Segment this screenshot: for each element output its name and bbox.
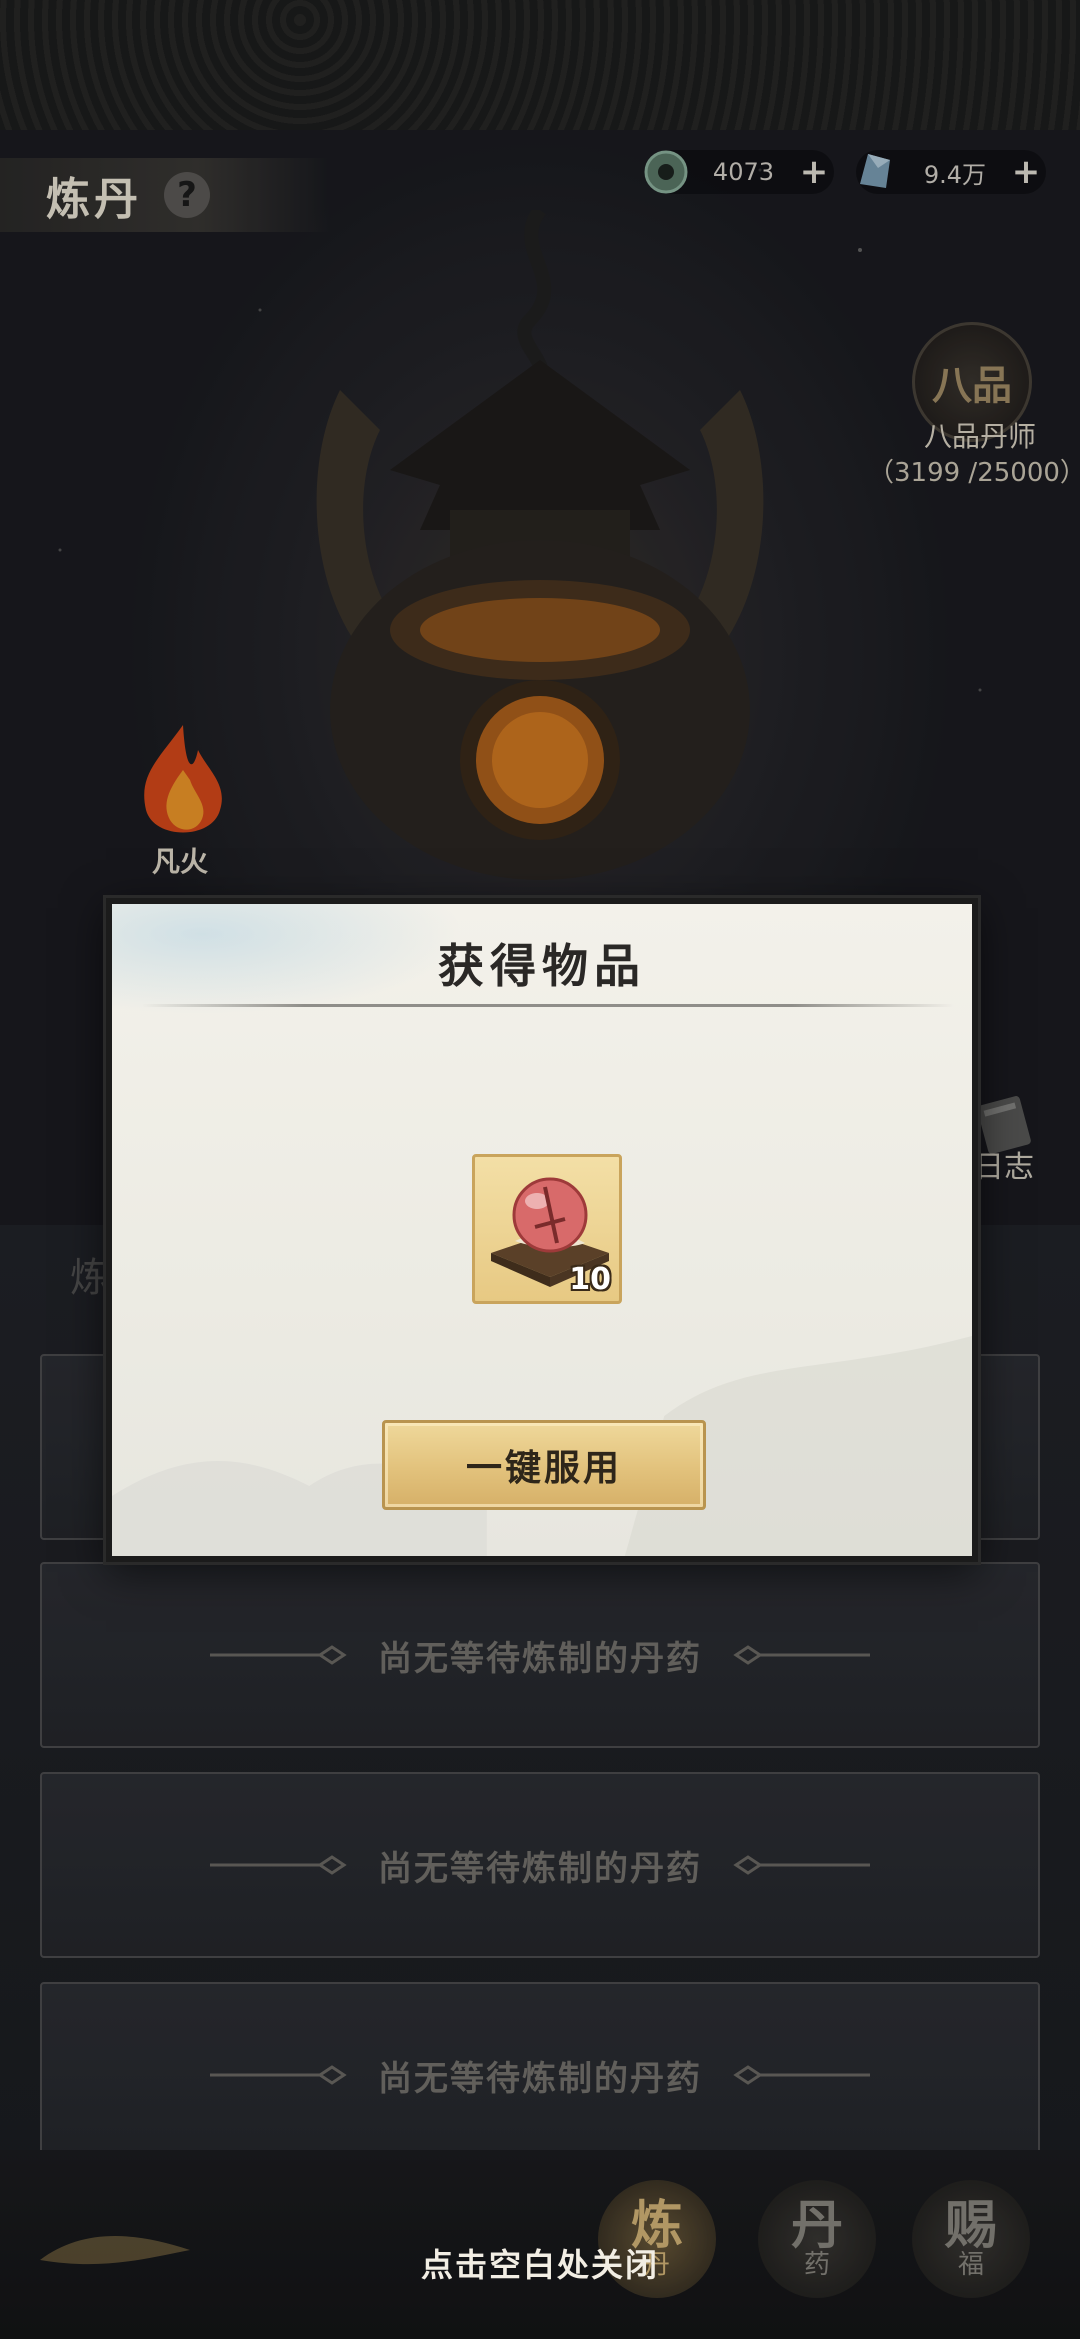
title-divider xyxy=(142,1004,954,1007)
item-count: 10 xyxy=(569,1262,611,1297)
dialog-title: 获得物品 xyxy=(438,939,646,993)
reward-item-slot[interactable]: 10 xyxy=(472,1154,622,1304)
use-all-button[interactable]: 一键服用 xyxy=(382,1420,706,1510)
close-hint: 点击空白处关闭 xyxy=(420,2246,659,2284)
reward-dialog: 获得物品 10 一键服用 xyxy=(106,898,978,1562)
